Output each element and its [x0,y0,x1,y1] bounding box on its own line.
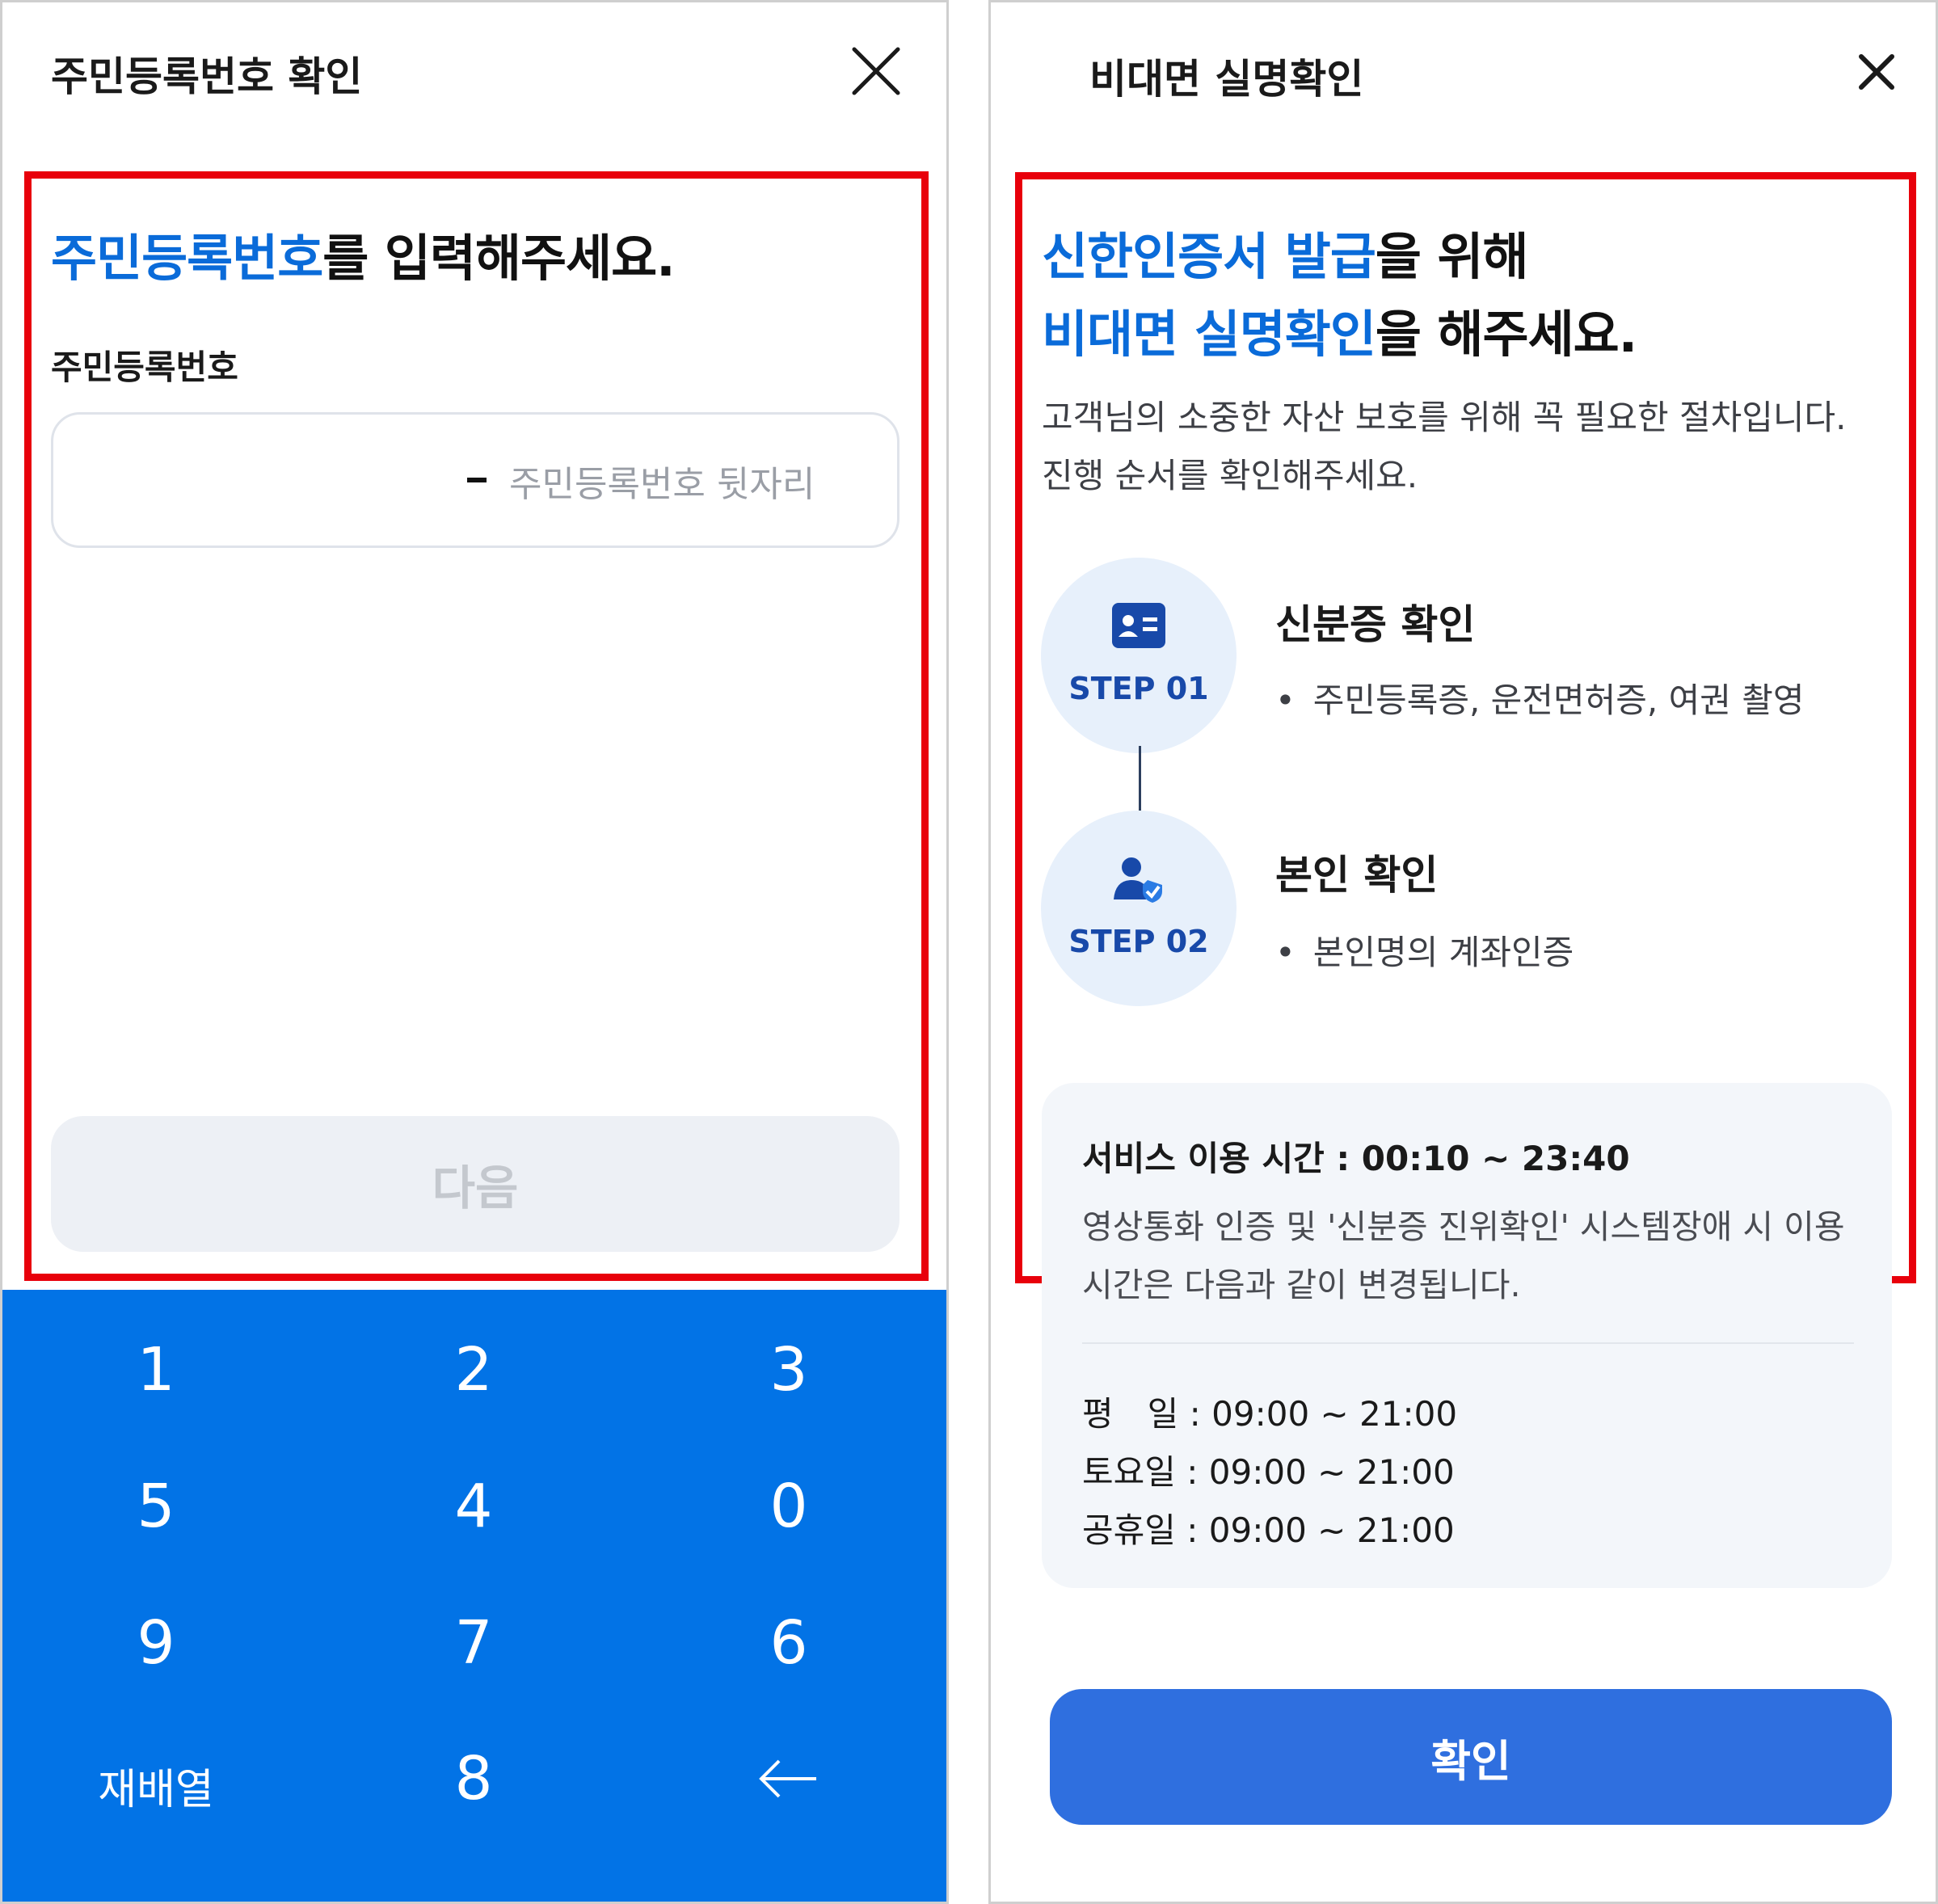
headline-text: 을 해주세요. [1375,305,1637,364]
headline-line-1: 신한인증서 발급을 위해 [1042,216,1529,289]
headline: 주민등록번호를 입력해주세요. [51,217,676,290]
headline-text: 을 위해 [1375,227,1529,286]
backspace-key[interactable] [655,1718,922,1839]
non-face-verification-screen: 비대면 실명확인 신한인증서 발급을 위해 비대면 실명확인을 해주세요. 고객… [988,0,1938,1904]
ssn-entry-screen: 주민등록번호 확인 주민등록번호를 입력해주세요. 주민등록번호 주민등록번호 … [0,0,949,1904]
key-7[interactable]: 7 [340,1582,607,1704]
key-4[interactable]: 4 [340,1446,607,1567]
divider [1082,1342,1854,1344]
page-title: 주민등록번호 확인 [51,53,363,100]
schedule-weekday: 평 일 : 09:00 ~ 21:00 [1082,1394,1458,1434]
confirm-button[interactable]: 확인 [1050,1689,1892,1825]
step-1-bullet: 주민등록증, 운전면허증, 여권 촬영 [1275,673,1805,722]
key-0[interactable]: 0 [655,1446,922,1567]
close-icon [852,47,900,95]
description-text: 고객님의 소중한 자산 보호를 위해 꼭 필요한 절차입니다. 진행 순서를 확… [1042,398,1847,495]
step-2-badge: STEP 02 [1041,811,1237,1006]
next-button[interactable]: 다음 [51,1116,899,1252]
headline-emphasis: 주민등록번호 [51,229,323,288]
key-9[interactable]: 9 [23,1582,289,1704]
service-hours-card: 서비스 이용 시간 : 00:10 ~ 23:40 영상통화 인증 및 '신분증… [1042,1083,1892,1588]
secure-keypad: 1 2 3 5 4 0 9 7 6 재배열 8 [2,1290,946,1902]
key-8[interactable]: 8 [340,1718,607,1839]
step-2-title: 본인 확인 [1275,852,1439,899]
shuffle-key[interactable]: 재배열 [23,1725,289,1846]
user-verified-icon [1114,857,1162,903]
ssn-back-placeholder: 주민등록번호 뒷자리 [509,464,815,505]
close-icon [1859,54,1894,90]
step-2-label: STEP 02 [1068,924,1209,959]
step-1-badge: STEP 01 [1041,558,1237,753]
service-hours-notice: 영상통화 인증 및 '신분증 진위확인' 시스템장애 시 이용시간은 다음과 같… [1082,1207,1845,1304]
ssn-separator [467,478,487,482]
key-6[interactable]: 6 [655,1582,922,1704]
highlight-frame [24,171,929,1281]
backspace-arrow-icon [759,1759,816,1798]
service-hours-title: 서비스 이용 시간 : 00:10 ~ 23:40 [1082,1139,1630,1178]
key-1[interactable]: 1 [23,1309,289,1430]
page-title: 비대면 실명확인 [1089,56,1364,103]
key-3[interactable]: 3 [655,1309,922,1430]
ssn-input[interactable]: 주민등록번호 뒷자리 [51,412,899,548]
close-button[interactable] [1856,51,1898,93]
key-2[interactable]: 2 [340,1309,607,1430]
close-button[interactable] [849,44,903,98]
ssn-field-label: 주민등록번호 [51,348,238,387]
step-2-bullet: 본인명의 계좌인증 [1275,925,1574,975]
key-5[interactable]: 5 [23,1446,289,1567]
headline-emphasis: 신한인증서 발급 [1042,227,1376,286]
step-1-title: 신분증 확인 [1275,601,1476,648]
schedule-holiday: 공휴일 : 09:00 ~ 21:00 [1082,1510,1455,1550]
id-card-icon [1112,603,1165,648]
headline-emphasis: 비대면 실명확인 [1042,305,1376,364]
step-connector [1139,746,1141,811]
headline-line-2: 비대면 실명확인을 해주세요. [1042,293,1637,366]
schedule-saturday: 토요일 : 09:00 ~ 21:00 [1082,1452,1455,1492]
step-1-label: STEP 01 [1068,671,1209,706]
headline-text: 를 입력해주세요. [322,229,675,288]
